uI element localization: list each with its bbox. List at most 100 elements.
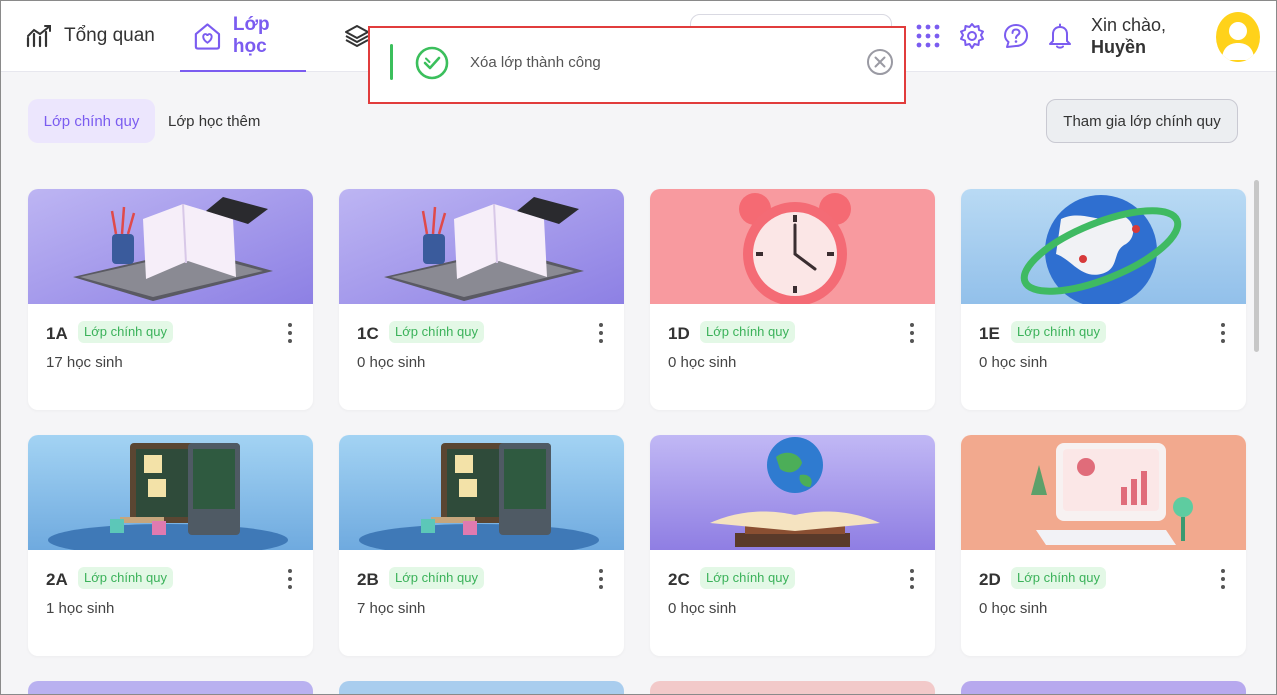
class-card-partial [28, 681, 313, 695]
kebab-dot [1221, 577, 1225, 581]
user-name: Huyền [1091, 37, 1147, 57]
nav-resources[interactable] [344, 0, 370, 72]
class-card-partial [650, 681, 935, 695]
apps-grid-icon[interactable] [912, 20, 944, 52]
class-type-badge: Lớp chính quy [78, 567, 173, 589]
student-count: 0 học sinh [357, 354, 426, 371]
class-card[interactable]: 2C Lớp chính quy 0 học sinh [650, 435, 935, 656]
class-type-badge: Lớp chính quy [1011, 567, 1106, 589]
user-avatar[interactable] [1216, 12, 1260, 62]
class-type-badge: Lớp chính quy [700, 321, 795, 343]
class-name: 1D [668, 324, 690, 343]
kebab-dot [599, 331, 603, 335]
computer-desk-illustration [961, 435, 1246, 550]
close-icon[interactable] [866, 48, 894, 76]
chart-icon [26, 25, 51, 48]
kebab-dot [599, 585, 603, 589]
more-options-icon[interactable] [284, 566, 296, 592]
kebab-dot [288, 577, 292, 581]
class-type-badge: Lớp chính quy [389, 567, 484, 589]
kebab-dot [910, 585, 914, 589]
kebab-dot [288, 339, 292, 343]
laptop-book-illustration [339, 189, 624, 304]
class-name: 1E [979, 324, 1000, 343]
class-type-badge: Lớp chính quy [78, 321, 173, 343]
more-options-icon[interactable] [284, 320, 296, 346]
more-options-icon[interactable] [1217, 566, 1229, 592]
kebab-dot [599, 569, 603, 573]
kebab-dot [599, 339, 603, 343]
more-options-icon[interactable] [906, 566, 918, 592]
class-thumbnail [339, 189, 624, 304]
student-count: 0 học sinh [668, 600, 737, 617]
toast-message: Xóa lớp thành công [470, 54, 601, 71]
greeting-text: Xin chào, [1091, 15, 1167, 35]
kebab-dot [1221, 323, 1225, 327]
student-count: 0 học sinh [979, 354, 1048, 371]
tab-regular-classes[interactable]: Lớp chính quy [28, 99, 155, 143]
student-count: 0 học sinh [979, 600, 1048, 617]
class-thumbnail [961, 435, 1246, 550]
kebab-dot [910, 569, 914, 573]
kebab-dot [1221, 569, 1225, 573]
nav-class-label: Lớp học [232, 14, 270, 57]
classroom-board-illustration [339, 435, 624, 550]
class-thumbnail [339, 435, 624, 550]
class-name: 2C [668, 570, 690, 589]
alarm-clock-illustration [650, 189, 935, 304]
join-class-button[interactable]: Tham gia lớp chính quy [1046, 99, 1238, 143]
notification-bell-icon[interactable] [1044, 20, 1076, 52]
help-icon[interactable] [1000, 20, 1032, 52]
scrollbar-thumb[interactable] [1254, 180, 1259, 352]
home-heart-icon [194, 23, 221, 50]
kebab-dot [599, 323, 603, 327]
kebab-dot [1221, 331, 1225, 335]
class-name: 2D [979, 570, 1001, 589]
nav-overview[interactable]: Tổng quan [26, 0, 155, 72]
kebab-dot [910, 331, 914, 335]
user-greeting: Xin chào, Huyền [1091, 14, 1166, 58]
kebab-dot [288, 569, 292, 573]
classroom-board-illustration [28, 435, 313, 550]
kebab-dot [1221, 585, 1225, 589]
more-options-icon[interactable] [906, 320, 918, 346]
success-toast: Xóa lớp thành công [368, 26, 906, 104]
student-count: 17 học sinh [46, 354, 123, 371]
check-circle-icon [415, 46, 449, 80]
class-card[interactable]: 1E Lớp chính quy 0 học sinh [961, 189, 1246, 410]
class-card[interactable]: 1C Lớp chính quy 0 học sinh [339, 189, 624, 410]
kebab-dot [288, 585, 292, 589]
kebab-dot [599, 577, 603, 581]
class-name: 1A [46, 324, 68, 343]
class-thumbnail [650, 189, 935, 304]
class-thumbnail [650, 435, 935, 550]
user-avatar-icon [1222, 22, 1254, 60]
class-card[interactable]: 2A Lớp chính quy 1 học sinh [28, 435, 313, 656]
class-name: 1C [357, 324, 379, 343]
more-options-icon[interactable] [595, 566, 607, 592]
class-card[interactable]: 1A Lớp chính quy 17 học sinh [28, 189, 313, 410]
kebab-dot [288, 331, 292, 335]
layers-icon [345, 25, 369, 47]
class-name: 2A [46, 570, 68, 589]
class-thumbnail [28, 189, 313, 304]
kebab-dot [910, 323, 914, 327]
kebab-dot [1221, 339, 1225, 343]
class-type-badge: Lớp chính quy [700, 567, 795, 589]
tab-extra-classes[interactable]: Lớp học thêm [168, 99, 260, 143]
class-thumbnail [961, 189, 1246, 304]
globe-books-illustration [650, 435, 935, 550]
class-card[interactable]: 2D Lớp chính quy 0 học sinh [961, 435, 1246, 656]
laptop-book-illustration [28, 189, 313, 304]
class-card-partial [961, 681, 1246, 695]
class-card[interactable]: 1D Lớp chính quy 0 học sinh [650, 189, 935, 410]
class-card[interactable]: 2B Lớp chính quy 7 học sinh [339, 435, 624, 656]
class-name: 2B [357, 570, 379, 589]
kebab-dot [910, 577, 914, 581]
more-options-icon[interactable] [595, 320, 607, 346]
class-card-partial [339, 681, 624, 695]
nav-class[interactable]: Lớp học [180, 0, 306, 72]
student-count: 0 học sinh [668, 354, 737, 371]
more-options-icon[interactable] [1217, 320, 1229, 346]
settings-gear-icon[interactable] [956, 20, 988, 52]
